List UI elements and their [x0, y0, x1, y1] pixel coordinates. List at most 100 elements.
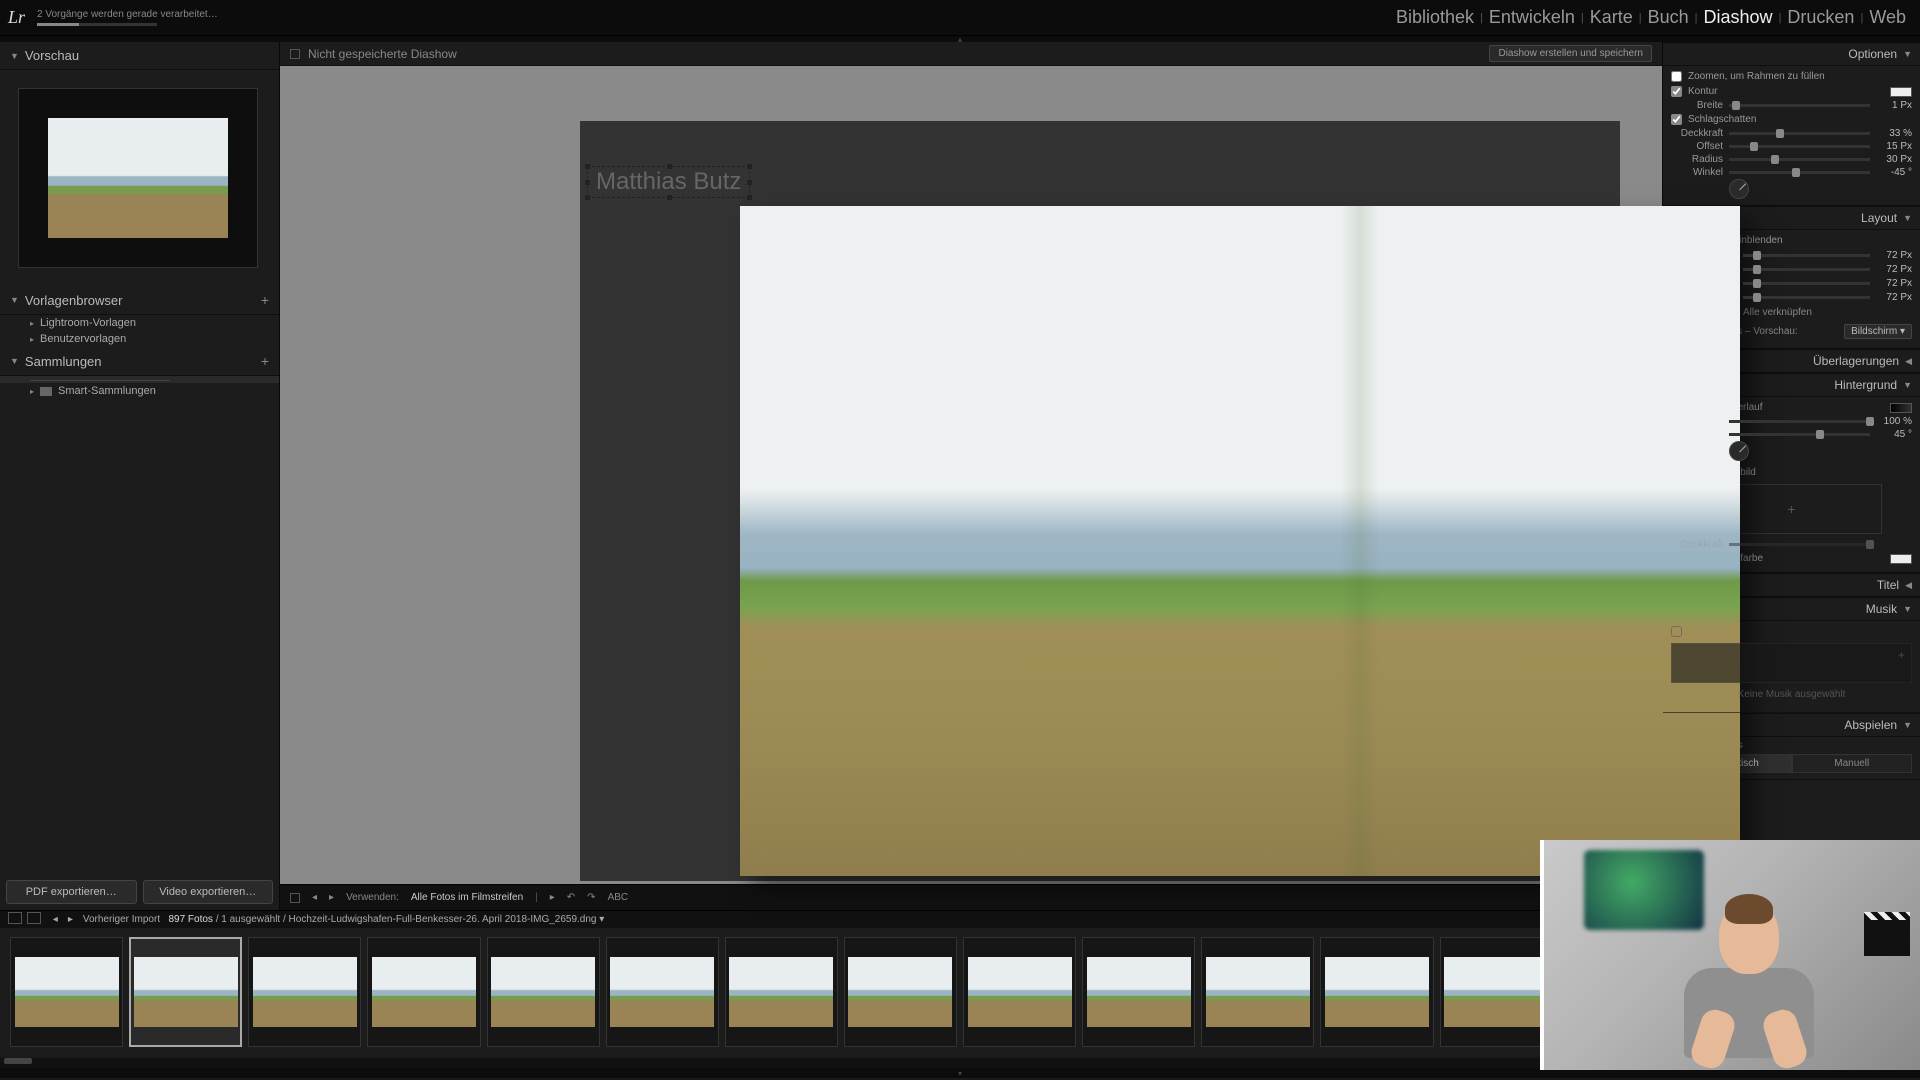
- preview-thumbnail: [48, 118, 228, 238]
- kontur-check[interactable]: Kontur: [1671, 84, 1912, 99]
- use-label: Verwenden:: [346, 892, 399, 903]
- gradient-angle-knob[interactable]: [1729, 441, 1749, 461]
- film-thumb[interactable]: [606, 937, 719, 1047]
- shadow-angle-knob[interactable]: [1729, 179, 1749, 199]
- module-web[interactable]: Web: [1863, 7, 1912, 28]
- film-thumb-selected[interactable]: [129, 937, 242, 1047]
- music-header[interactable]: Musik: [1866, 602, 1897, 616]
- shadow-opacity-slider[interactable]: [1729, 132, 1870, 135]
- disclosure-icon[interactable]: ▼: [1903, 380, 1912, 390]
- guides-rechts-slider[interactable]: [1743, 268, 1870, 271]
- disclosure-icon[interactable]: ▼: [1903, 720, 1912, 730]
- export-video-button[interactable]: Video exportieren…: [143, 880, 274, 904]
- module-karte[interactable]: Karte: [1584, 7, 1639, 28]
- kontur-width-slider[interactable]: [1729, 104, 1870, 107]
- bg-image-opacity-slider[interactable]: [1729, 543, 1870, 546]
- bg-color-swatch[interactable]: [1890, 554, 1912, 564]
- film-thumb[interactable]: [1320, 937, 1433, 1047]
- layout-header[interactable]: Layout: [1861, 211, 1897, 225]
- new-collection-name-input[interactable]: [30, 378, 170, 381]
- templates-lightroom-folder[interactable]: ▸Lightroom-Vorlagen: [0, 315, 279, 331]
- slideshow-preview-toggle[interactable]: [290, 49, 300, 59]
- smart-collections-folder[interactable]: ▸ Smart-Sammlungen: [0, 383, 279, 399]
- music-tracklist[interactable]: +: [1671, 643, 1912, 683]
- module-bibliothek[interactable]: Bibliothek: [1390, 7, 1480, 28]
- clapperboard-icon: [1864, 920, 1910, 956]
- shadow-radius-slider[interactable]: [1729, 158, 1870, 161]
- disclosure-icon[interactable]: ▼: [1903, 49, 1912, 59]
- center-stage: Nicht gespeicherte Diashow Diashow erste…: [280, 42, 1662, 910]
- film-thumb[interactable]: [844, 937, 957, 1047]
- export-pdf-button[interactable]: PDF exportieren…: [6, 880, 137, 904]
- shadow-check[interactable]: Schlagschatten: [1671, 112, 1912, 127]
- film-thumb[interactable]: [367, 937, 480, 1047]
- play-button[interactable]: ▸: [550, 892, 555, 903]
- options-header[interactable]: Optionen: [1848, 47, 1897, 61]
- disclosure-icon[interactable]: ◀: [1905, 580, 1912, 591]
- rotate-ccw-button[interactable]: ↶: [567, 892, 575, 903]
- templates-panel-title: Vorlagenbrowser: [25, 293, 123, 308]
- rotate-cw-button[interactable]: ↷: [587, 892, 595, 903]
- disclosure-icon[interactable]: ▼: [10, 356, 19, 366]
- new-collection-row[interactable]: [0, 376, 279, 383]
- activity-text: 2 Vorgänge werden gerade verarbeitet…: [37, 9, 218, 20]
- module-entwickeln[interactable]: Entwickeln: [1483, 7, 1581, 28]
- mode-manual-tab[interactable]: Manuell: [1792, 754, 1913, 773]
- disclosure-icon[interactable]: ▼: [10, 51, 19, 61]
- gradient-color-swatch[interactable]: [1890, 403, 1912, 413]
- music-enable-toggle[interactable]: [1671, 626, 1682, 637]
- film-thumb[interactable]: [487, 937, 600, 1047]
- kontur-color-swatch[interactable]: [1890, 87, 1912, 97]
- guides-unten-slider[interactable]: [1743, 296, 1870, 299]
- guides-links-slider[interactable]: [1743, 254, 1870, 257]
- go-back-button[interactable]: ◂: [53, 914, 58, 925]
- collections-panel-header[interactable]: ▼ Sammlungen +: [0, 347, 279, 376]
- second-window-button[interactable]: [8, 912, 22, 924]
- activity-progress: [37, 23, 157, 26]
- go-forward-button[interactable]: ▸: [68, 914, 73, 925]
- module-diashow[interactable]: Diashow: [1698, 7, 1779, 28]
- create-save-slideshow-button[interactable]: Diashow erstellen und speichern: [1489, 45, 1652, 62]
- identity-text-overlay[interactable]: Matthias Butz: [587, 166, 750, 198]
- slide-photo[interactable]: [740, 206, 1740, 876]
- module-drucken[interactable]: Drucken: [1781, 7, 1860, 28]
- play-header[interactable]: Abspielen: [1844, 718, 1897, 732]
- disclosure-icon[interactable]: ▼: [1903, 213, 1912, 223]
- gradient-angle-slider[interactable]: [1729, 433, 1870, 436]
- module-buch[interactable]: Buch: [1642, 7, 1695, 28]
- add-text-button[interactable]: ABC: [608, 892, 629, 903]
- film-thumb[interactable]: [1082, 937, 1195, 1047]
- slide-canvas[interactable]: Matthias Butz: [280, 66, 1662, 884]
- preview-panel-header[interactable]: ▼ Vorschau: [0, 42, 279, 70]
- music-empty-msg: Keine Musik ausgewählt: [1671, 687, 1912, 706]
- shadow-offset-slider[interactable]: [1729, 145, 1870, 148]
- film-thumb[interactable]: [963, 937, 1076, 1047]
- templates-panel-header[interactable]: ▼ Vorlagenbrowser +: [0, 286, 279, 315]
- title-header[interactable]: Titel: [1877, 578, 1899, 592]
- film-thumb[interactable]: [10, 937, 123, 1047]
- templates-user-folder[interactable]: ▸Benutzervorlagen: [0, 331, 279, 347]
- add-template-button[interactable]: +: [261, 292, 269, 308]
- aspect-ratio-dropdown[interactable]: Bildschirm ▾: [1844, 324, 1912, 339]
- film-thumb[interactable]: [1201, 937, 1314, 1047]
- next-slide-button[interactable]: ▸: [329, 892, 334, 903]
- grid-view-button[interactable]: [27, 912, 41, 924]
- add-collection-button[interactable]: +: [261, 353, 269, 369]
- gradient-opacity-slider[interactable]: [1729, 420, 1870, 423]
- film-thumb[interactable]: [725, 937, 838, 1047]
- use-dropdown[interactable]: Alle Fotos im Filmstreifen: [411, 892, 523, 903]
- preview-panel-title: Vorschau: [25, 48, 79, 63]
- disclosure-icon[interactable]: ◀: [1905, 356, 1912, 367]
- zoom-to-fill-check[interactable]: Zoomen, um Rahmen zu füllen: [1671, 69, 1912, 84]
- prev-slide-button[interactable]: ◂: [312, 892, 317, 903]
- film-thumb[interactable]: [1440, 937, 1553, 1047]
- shadow-angle-slider[interactable]: [1729, 171, 1870, 174]
- stop-button[interactable]: [290, 893, 300, 903]
- disclosure-icon[interactable]: ▼: [1903, 604, 1912, 614]
- background-header[interactable]: Hintergrund: [1834, 378, 1897, 392]
- overlays-header[interactable]: Überlagerungen: [1813, 354, 1899, 368]
- film-thumb[interactable]: [248, 937, 361, 1047]
- add-music-button[interactable]: +: [1898, 648, 1905, 662]
- guides-oben-slider[interactable]: [1743, 282, 1870, 285]
- disclosure-icon[interactable]: ▼: [10, 295, 19, 305]
